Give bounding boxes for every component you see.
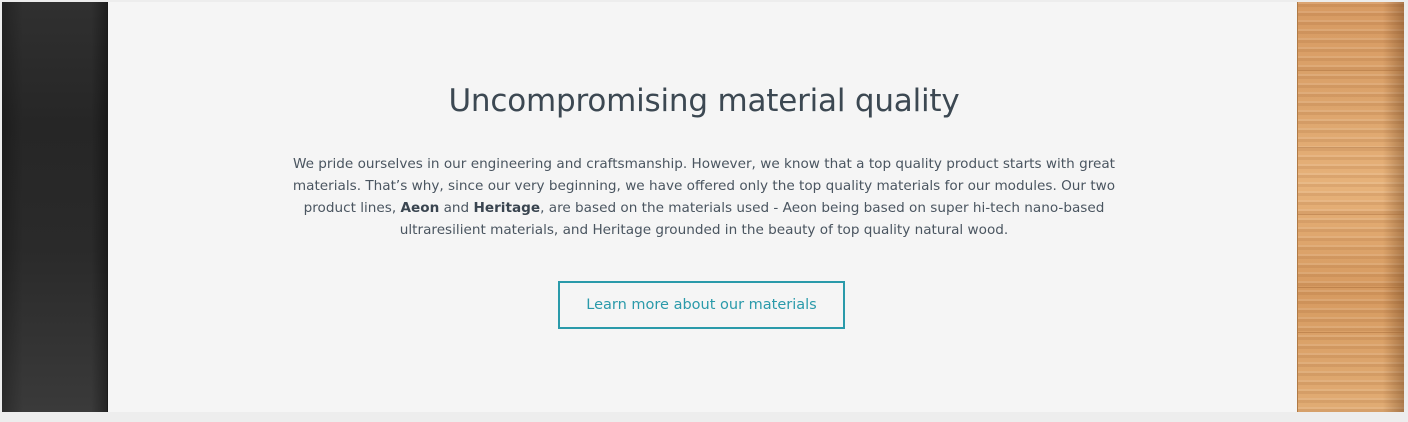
dark-material-image: [2, 2, 108, 412]
wood-plank-seam: [1298, 287, 1404, 288]
wood-plank-seam: [1298, 214, 1404, 215]
wood-plank-seam: [1298, 332, 1404, 333]
heritage-product-line: Heritage: [473, 200, 541, 216]
description-text: and: [439, 200, 474, 216]
section-title: Uncompromising material quality: [448, 83, 960, 119]
page-bottom-edge: [0, 412, 1408, 422]
wood-plank-seam: [1298, 147, 1404, 148]
section-description: We pride ourselves in our engineering an…: [286, 153, 1122, 241]
wood-material-image: [1297, 2, 1404, 412]
learn-more-materials-button[interactable]: Learn more about our materials: [558, 281, 845, 329]
aeon-product-line: Aeon: [400, 200, 440, 216]
wood-plank-seam: [1298, 70, 1404, 71]
